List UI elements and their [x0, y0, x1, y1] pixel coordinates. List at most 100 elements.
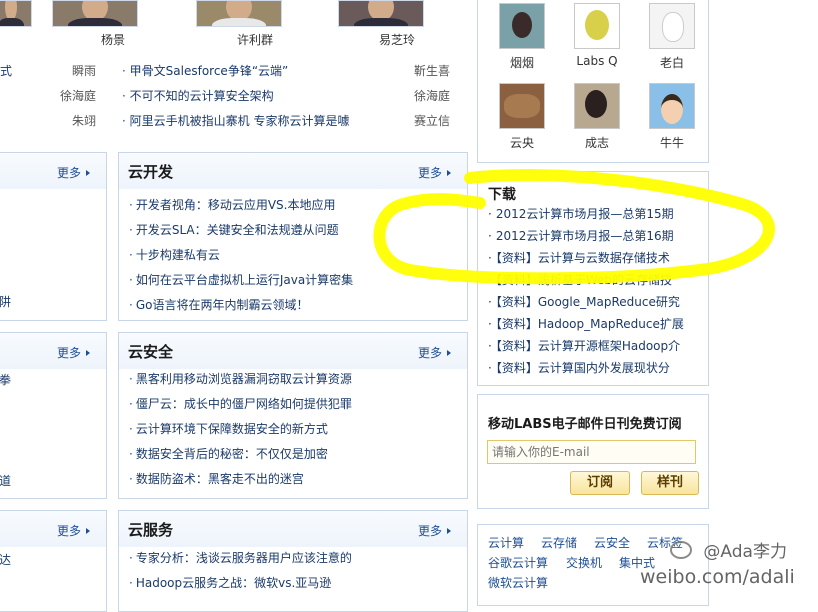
article-link[interactable]: 黑客利用移动浏览器漏洞窃取云计算资源 — [136, 372, 352, 386]
article-row-left[interactable]: 徐海庭 — [0, 88, 100, 104]
download-item[interactable]: 【资料】浅析基于Web的云存储技 — [488, 269, 684, 291]
download-item[interactable]: 2012云计算市场月报—总第15期 — [488, 203, 684, 225]
tag-link[interactable]: 谷歌云计算 — [488, 554, 548, 571]
downloads-panel: 下载 2012云计算市场月报—总第15期 2012云计算市场月报—总第16期 【… — [477, 171, 709, 386]
article-title-fragment[interactable]: 式 — [0, 64, 12, 78]
article-link[interactable]: 不可不知的云计算安全架构 — [130, 89, 274, 103]
download-link[interactable]: 2012云计算市场月报—总第16期 — [496, 229, 674, 243]
avatar-name[interactable]: 老白 — [637, 54, 707, 71]
person-photo[interactable] — [0, 0, 32, 27]
download-link[interactable]: 【资料】Hadoop_MapReduce扩展 — [496, 317, 684, 331]
article-link[interactable]: 十步构建私有云 — [136, 248, 220, 262]
article-row[interactable]: · 甲骨文Salesforce争锋“云端” — [122, 63, 288, 79]
list-item: 僵尸云：成长中的僵尸网络如何提供犯罪 — [129, 392, 352, 417]
tag-link[interactable]: 微软云计算 — [488, 574, 548, 591]
list-item: 黑客利用移动浏览器漏洞窃取云计算资源 — [129, 367, 352, 392]
download-item[interactable]: 【资料】云计算与云数据存储技术 — [488, 247, 684, 269]
left-panel: 更多 达 — [0, 510, 107, 612]
article-link[interactable]: Hadoop云服务之战：微软vs.亚马逊 — [136, 576, 331, 590]
article-link[interactable]: 开发云SLA：关键安全和法规遵从问题 — [136, 223, 339, 237]
person-photo[interactable] — [52, 0, 138, 27]
article-link[interactable]: 云计算环境下保障数据安全的新方式 — [136, 422, 328, 436]
article-list: 开发者视角：移动云应用VS.本地应用 开发云SLA：关键安全和法规遵从问题 十步… — [129, 193, 353, 318]
list-item: 十步构建私有云 — [129, 243, 353, 268]
download-link[interactable]: 【资料】云计算开源框架Hadoop介 — [496, 339, 680, 353]
download-item[interactable]: 2012云计算市场月报—总第16期 — [488, 225, 684, 247]
list-item: 数据防盗术：黑客走不出的迷宫 — [129, 467, 352, 492]
avatar[interactable] — [574, 83, 620, 129]
article-row-left[interactable]: 式 瞬雨 — [0, 63, 100, 79]
download-link[interactable]: 【资料】云计算国内外发展现状分 — [496, 361, 670, 375]
more-link[interactable]: 更多 — [418, 344, 451, 361]
article-link[interactable]: 数据安全背后的秘密：不仅仅是加密 — [136, 447, 328, 461]
person-name[interactable]: 许利群 — [215, 31, 295, 48]
article-author[interactable]: 赛立信 — [414, 113, 450, 129]
article-author[interactable]: 靳生喜 — [414, 63, 450, 79]
download-item[interactable]: 【资料】云计算国内外发展现状分 — [488, 357, 684, 379]
list-item: 云计算环境下保障数据安全的新方式 — [129, 417, 352, 442]
person-name[interactable]: 杨景 — [73, 31, 153, 48]
article-link-fragment[interactable]: 拳 — [0, 371, 11, 388]
article-author[interactable]: 朱翊 — [72, 113, 96, 129]
tag-link[interactable]: 云安全 — [594, 534, 630, 551]
article-row[interactable]: · 不可不知的云计算安全架构 — [122, 88, 274, 104]
article-link[interactable]: 开发者视角：移动云应用VS.本地应用 — [136, 198, 336, 212]
article-link[interactable]: 专家分析：浅谈云服务器用户应该注意的 — [136, 551, 352, 565]
article-author[interactable]: 瞬雨 — [72, 63, 96, 79]
article-link[interactable]: 数据防盗术：黑客走不出的迷宫 — [136, 472, 304, 486]
tag-link[interactable]: 云计算 — [488, 534, 524, 551]
download-link[interactable]: 【资料】Google_MapReduce研究 — [496, 295, 680, 309]
avatar[interactable] — [649, 3, 695, 49]
avatar-name[interactable]: 成志 — [562, 134, 632, 151]
person-photo[interactable] — [338, 0, 424, 27]
avatar-name[interactable]: 牛牛 — [637, 134, 707, 151]
person-name[interactable]: 易芝玲 — [357, 31, 437, 48]
article-row[interactable]: · 阿里云手机被指山寨机 专家称云计算是噱 — [122, 113, 349, 129]
article-link-fragment[interactable]: 达 — [0, 551, 11, 568]
download-item[interactable]: 【资料】云计算开源框架Hadoop介 — [488, 335, 684, 357]
panel-cloud-service: 云服务 更多 专家分析：浅谈云服务器用户应该注意的 Hadoop云服务之战：微软… — [118, 510, 468, 612]
avatar-name[interactable]: Labs Q — [562, 54, 632, 68]
article-link[interactable]: 甲骨文Salesforce争锋“云端” — [130, 64, 289, 78]
download-link[interactable]: 2012云计算市场月报—总第15期 — [496, 207, 674, 221]
avatar[interactable] — [649, 83, 695, 129]
article-link-fragment[interactable]: 道 — [0, 472, 11, 489]
panel-title: 云服务 — [128, 521, 174, 539]
article-list: 专家分析：浅谈云服务器用户应该注意的 Hadoop云服务之战：微软vs.亚马逊 — [129, 546, 352, 596]
subscribe-button[interactable]: 订阅 — [570, 471, 630, 495]
list-item: 如何在云平台虚拟机上运行Java计算密集 — [129, 268, 353, 293]
more-link[interactable]: 更多 — [418, 164, 451, 181]
avatar-name[interactable]: 云央 — [487, 134, 557, 151]
download-item[interactable]: 【资料】Google_MapReduce研究 — [488, 291, 684, 313]
sample-issue-button[interactable]: 样刊 — [641, 471, 699, 495]
person-photo[interactable] — [196, 0, 282, 27]
avatar[interactable] — [574, 3, 620, 49]
download-link[interactable]: 【资料】云计算与云数据存储技术 — [496, 251, 670, 265]
article-row-left[interactable]: 朱翊 — [0, 113, 100, 129]
downloads-list: 2012云计算市场月报—总第15期 2012云计算市场月报—总第16期 【资料】… — [488, 203, 684, 379]
more-link[interactable]: 更多 — [418, 522, 451, 539]
article-link[interactable]: Go语言将在两年内制霸云领域！ — [136, 298, 309, 312]
article-link-fragment[interactable]: 阱 — [0, 293, 11, 310]
avatar[interactable] — [499, 83, 545, 129]
avatar-name[interactable]: 烟烟 — [487, 54, 557, 71]
article-link[interactable]: 阿里云手机被指山寨机 专家称云计算是噱 — [130, 114, 350, 128]
download-link[interactable]: 【资料】浅析基于Web的云存储技 — [496, 273, 672, 287]
more-link[interactable]: 更多 — [57, 522, 90, 539]
tag-link[interactable]: 云存储 — [541, 534, 577, 551]
list-item: Go语言将在两年内制霸云领域！ — [129, 293, 353, 318]
email-field[interactable] — [487, 440, 696, 464]
download-item[interactable]: 【资料】Hadoop_MapReduce扩展 — [488, 313, 684, 335]
tag-link[interactable]: 交换机 — [566, 554, 602, 571]
email-subscribe-panel: 移动LABS电子邮件日刊免费订阅 订阅 样刊 — [477, 394, 709, 509]
article-author[interactable]: 徐海庭 — [414, 88, 450, 104]
article-author[interactable]: 徐海庭 — [60, 88, 96, 104]
list-item: Hadoop云服务之战：微软vs.亚马逊 — [129, 571, 352, 596]
avatar[interactable] — [499, 3, 545, 49]
article-link[interactable]: 如何在云平台虚拟机上运行Java计算密集 — [136, 273, 353, 287]
more-link[interactable]: 更多 — [57, 164, 90, 181]
list-item: 数据安全背后的秘密：不仅仅是加密 — [129, 442, 352, 467]
panel-title: 云安全 — [128, 343, 174, 361]
article-link[interactable]: 僵尸云：成长中的僵尸网络如何提供犯罪 — [136, 397, 352, 411]
more-link[interactable]: 更多 — [57, 344, 90, 361]
